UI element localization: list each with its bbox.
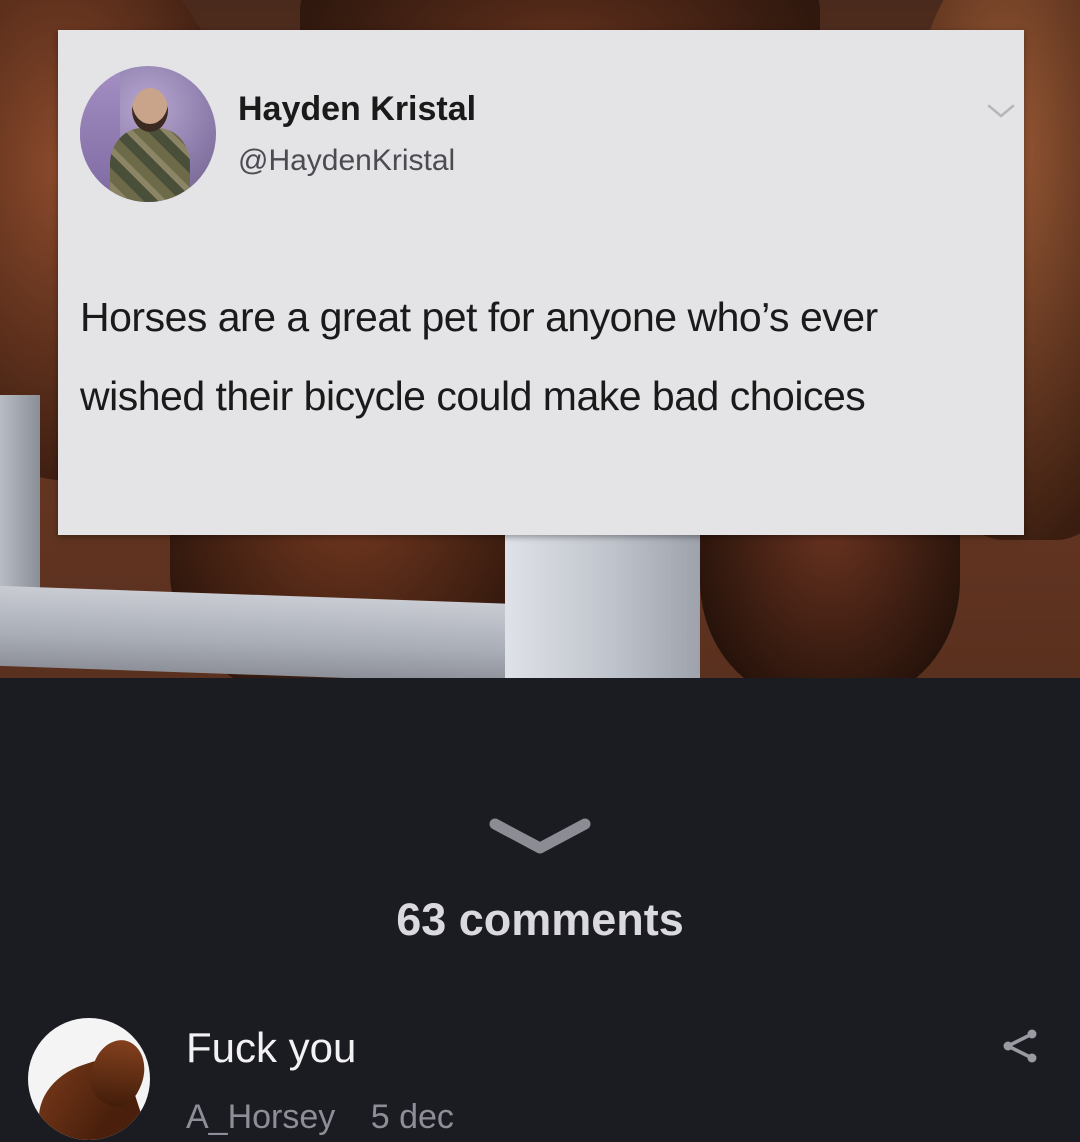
author-name: Hayden Kristal: [238, 90, 477, 128]
avatar-figure: [110, 128, 190, 202]
comment-meta: A_Horsey 5 dec: [186, 1098, 454, 1137]
comments-count[interactable]: 63 comments: [0, 894, 1080, 946]
tweet-card: Hayden Kristal @HaydenKristal Horses are…: [58, 30, 1024, 535]
share-icon[interactable]: [1000, 1026, 1040, 1066]
avatar-head: [132, 88, 168, 132]
chevron-down-icon: [987, 104, 1015, 118]
commenter-avatar[interactable]: [28, 1018, 150, 1140]
post-image[interactable]: Hayden Kristal @HaydenKristal Horses are…: [0, 0, 1080, 678]
comment-date: 5 dec: [370, 1098, 454, 1136]
author-handle: @HaydenKristal: [238, 144, 456, 177]
comment-username[interactable]: A_Horsey: [186, 1098, 335, 1136]
meme-post-page: Hayden Kristal @HaydenKristal Horses are…: [0, 0, 1080, 1142]
comment-text: Fuck you: [186, 1024, 357, 1071]
tweet-text: Horses are a great pet for anyone who’s …: [80, 294, 878, 419]
author-avatar: [80, 66, 216, 202]
fence-post: [505, 535, 700, 678]
fence-post: [0, 395, 40, 595]
chevron-down-icon[interactable]: [487, 810, 593, 860]
